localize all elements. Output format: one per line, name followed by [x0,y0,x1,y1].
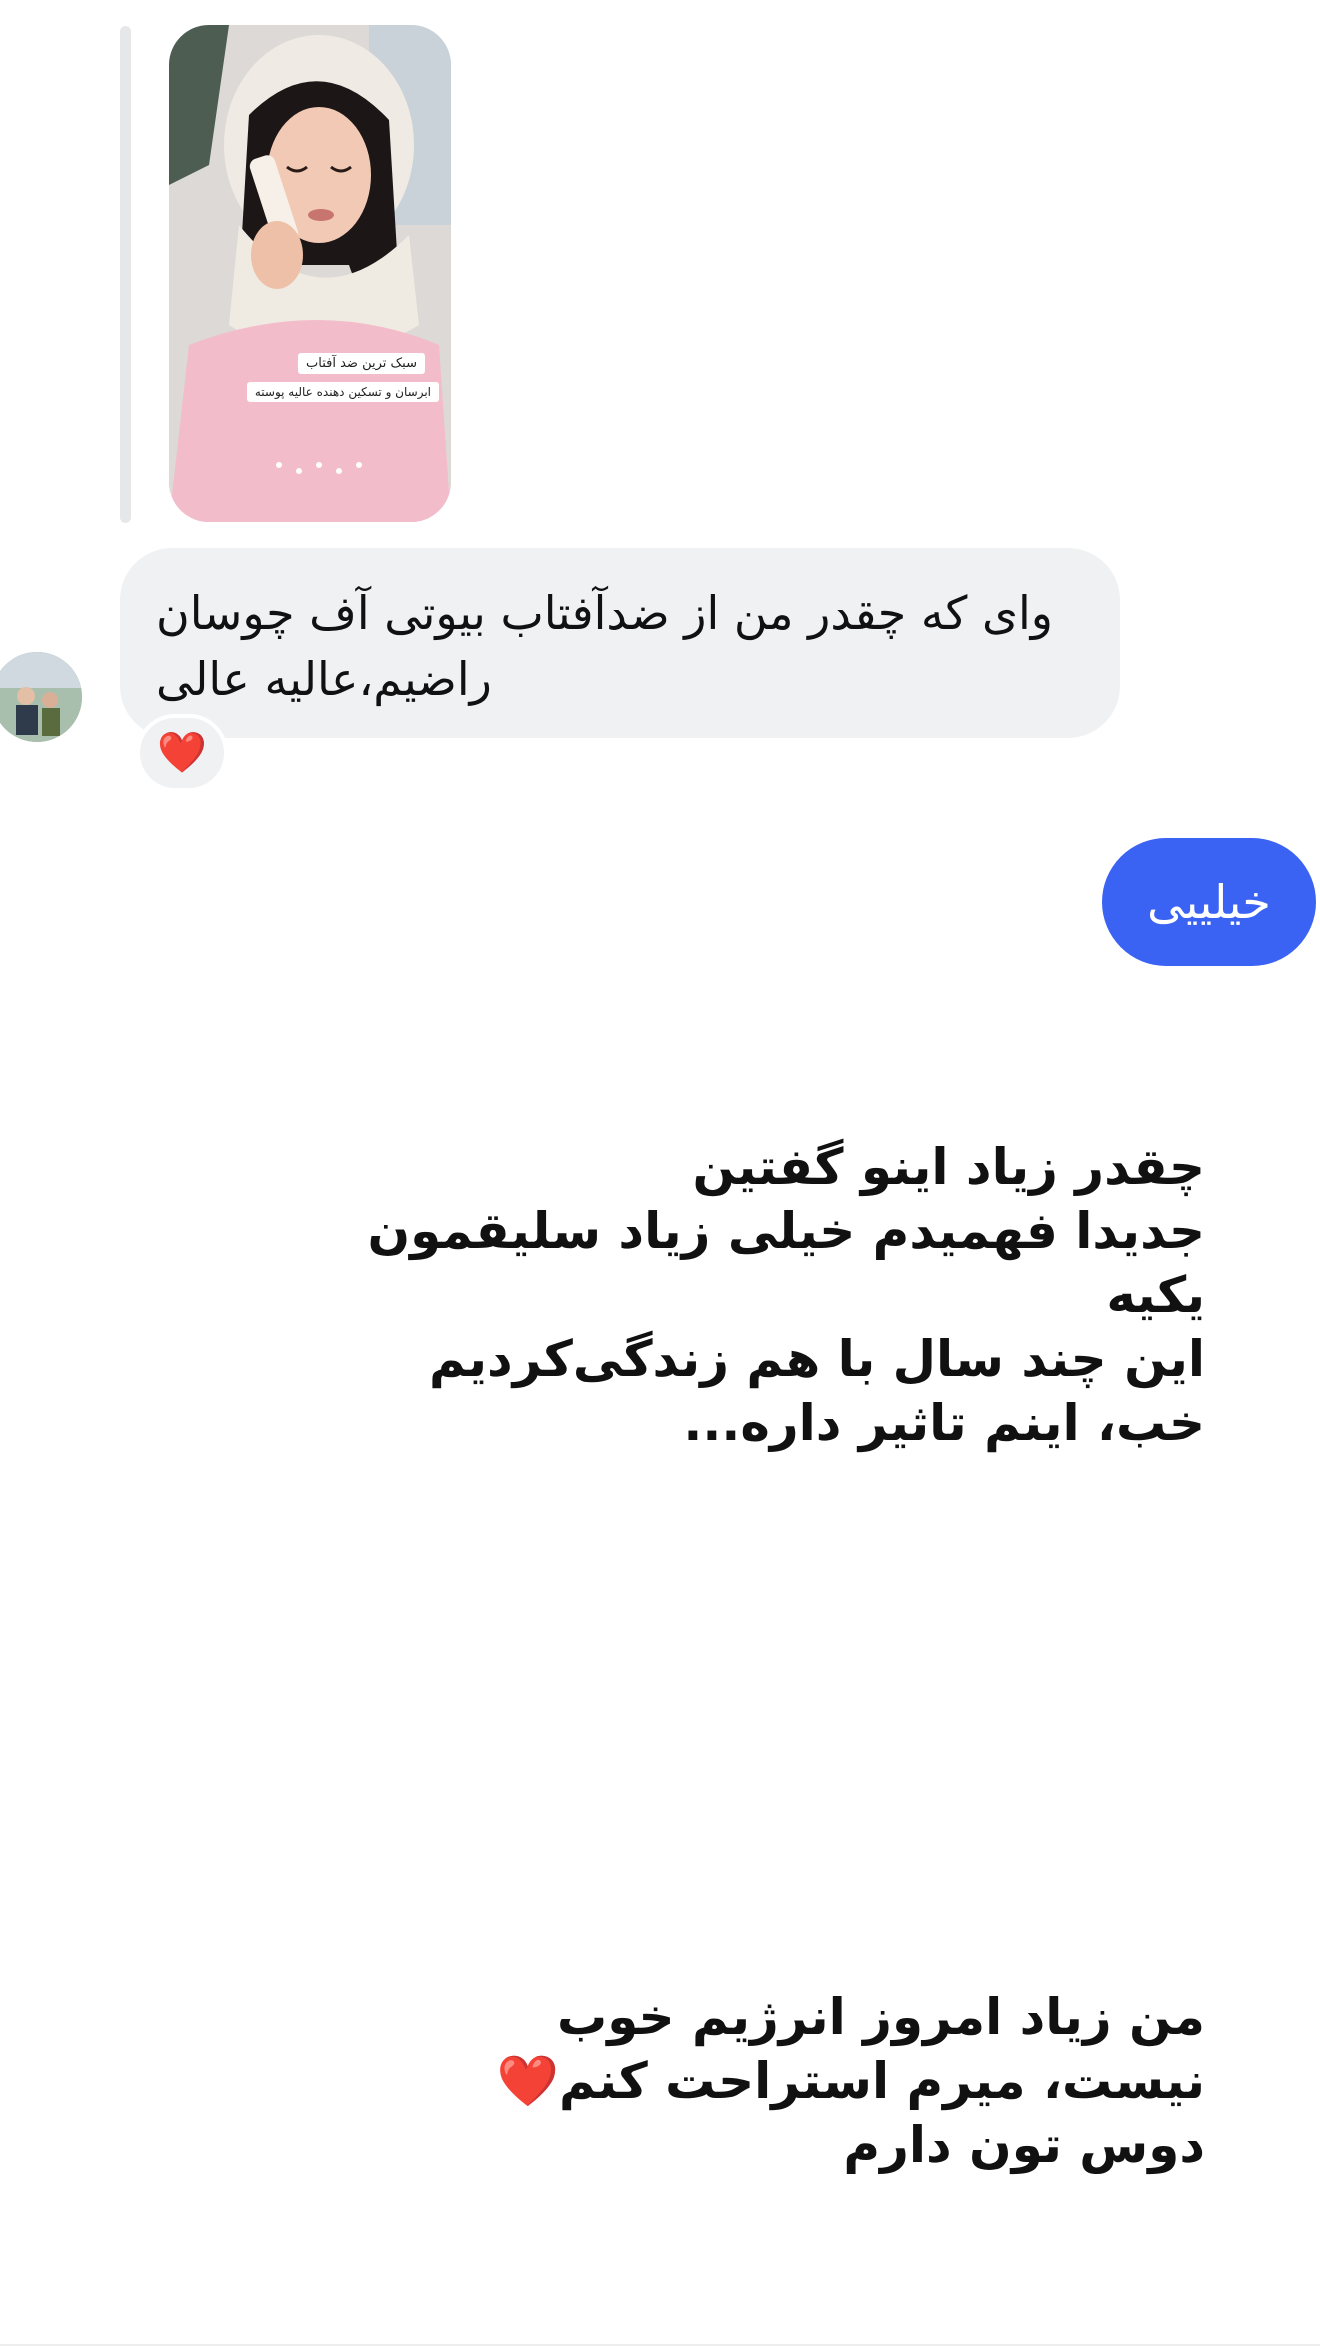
text-block-1: چقدر زیاد اینو گفتین جدیدا فهمیدم خیلی ز… [368,1135,1206,1455]
text-block-2-line-2: نیست، میرم استراحت کنم❤️ [497,2049,1205,2113]
incoming-message-line-2: راضیم،عالیه عالی [156,652,492,706]
heart-icon[interactable]: ❤️ [136,714,228,792]
outgoing-message-text: خیلییی [1147,875,1271,929]
text-block-1-line: این چند سال با هم زندگی‌کردیم [429,1330,1205,1388]
avatar-photo [0,652,82,742]
text-block-2-line-1: من زیاد امروز انرژیم خوب [556,1988,1205,2046]
story-sticker-title: سبک ترین ضد آفتاب [298,353,425,374]
story-preview-image[interactable]: سبک ترین ضد آفتاب ابرسان و تسکین دهنده ع… [169,25,451,522]
reaction-emoji: ❤️ [157,730,207,776]
incoming-message-bubble[interactable]: وای که چقدر من از ضدآفتاب بیوتی آف چوسان… [120,548,1120,738]
heart-icon: ❤️ [496,2052,560,2110]
sender-avatar[interactable] [0,652,82,742]
incoming-message-line-1: وای که چقدر من از ضدآفتاب بیوتی آف چوسان [156,586,1054,640]
text-block-1-line: جدیدا فهمیدم خیلی زیاد سلیقمون [367,1202,1206,1260]
text-block-1-line: چقدر زیاد اینو گفتین [692,1138,1205,1196]
outgoing-message-bubble[interactable]: خیلییی [1102,838,1316,966]
incoming-message-text: وای که چقدر من از ضدآفتاب بیوتی آف چوسان… [156,580,1068,712]
story-sticker-subtitle: ابرسان و تسکین دهنده عالیه پوسته [246,382,439,402]
text-block-2-line-2-text: نیست، میرم استراحت کنم [559,2052,1205,2110]
story-photo-illustration [169,25,451,522]
text-block-2-line-3: دوس تون دارم [843,2116,1205,2174]
text-block-1-line: خب، اینم تاثیر داره... [683,1394,1205,1452]
text-block-2: من زیاد امروز انرژیم خوب نیست، میرم استر… [497,1985,1205,2177]
text-block-1-line: یکیه [1106,1266,1205,1324]
story-reply-bar [120,26,131,523]
